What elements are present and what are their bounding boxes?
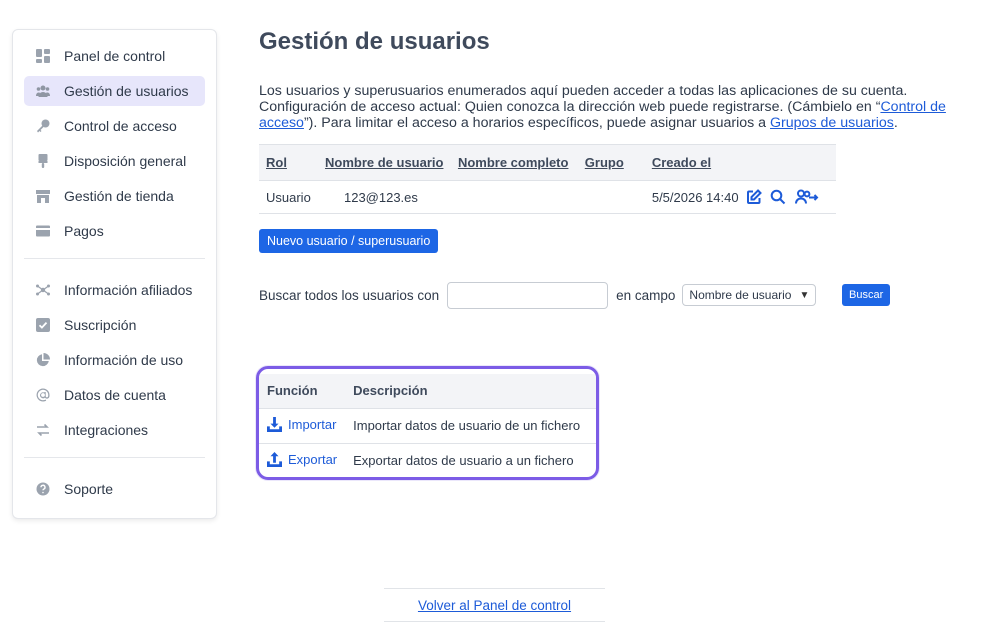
cell-actions [738, 180, 836, 214]
grupos-de-usuarios-link[interactable]: Grupos de usuarios [770, 115, 894, 131]
intro-line2-mid: ”). Para limitar el acceso a horarios es… [303, 115, 771, 131]
search-icon[interactable] [770, 189, 786, 205]
cell-usuario: 123@123.es [317, 180, 451, 214]
sidebar-item-label: Gestión de usuarios [64, 83, 189, 99]
intro-line2-pre: Configuración de acceso actual: Quien co… [259, 99, 881, 115]
pie-chart-icon [36, 353, 50, 367]
sidebar-divider [24, 258, 205, 259]
back-link-container: Volver al Panel de control [384, 588, 605, 622]
cell-creado: 5/5/2026 14:40 [644, 180, 739, 214]
help-icon [36, 482, 50, 496]
sidebar-item-panel-de-control[interactable]: Panel de control [24, 41, 205, 71]
sidebar-item-datos-de-cuenta[interactable]: Datos de cuenta [24, 380, 205, 410]
sidebar-item-label: Soporte [64, 481, 114, 497]
col-actions [738, 144, 836, 181]
col-nombre-usuario[interactable]: Nombre de usuario [317, 144, 451, 181]
col-creado-el[interactable]: Creado el [644, 144, 739, 181]
intro-text: Los usuarios y superusuarios enumerados … [259, 83, 969, 131]
sidebar-item-informacion-afiliados[interactable]: Información afiliados [24, 275, 205, 305]
sidebar-item-control-de-acceso[interactable]: Control de acceso [24, 111, 205, 141]
check-square-icon [36, 318, 50, 332]
field-label: en campo [616, 287, 676, 303]
new-user-button[interactable]: Nuevo usuario / superusuario [259, 229, 439, 253]
search-input[interactable] [447, 281, 609, 309]
sidebar-item-label: Control de acceso [64, 118, 177, 134]
table-row: Importar Importar datos de usuario de un… [259, 408, 596, 444]
edit-icon[interactable] [746, 189, 762, 205]
col-rol[interactable]: Rol [259, 144, 318, 181]
import-label: Importar [288, 416, 337, 432]
store-icon [36, 189, 50, 203]
at-icon [36, 388, 50, 402]
search-button[interactable]: Buscar [842, 284, 891, 306]
user-switch-icon[interactable] [794, 189, 820, 205]
sidebar-item-suscripcion[interactable]: Suscripción [24, 310, 205, 340]
sidebar-item-label: Panel de control [64, 48, 166, 64]
search-row: Buscar todos los usuarios con en campo N… [259, 281, 817, 309]
arrows-icon [36, 423, 50, 437]
sidebar-item-label: Información de uso [64, 352, 184, 368]
functions-table: Función Descripción Importar Importar da… [259, 374, 596, 477]
sidebar-item-label: Pagos [64, 223, 104, 239]
sidebar-item-gestion-de-usuarios[interactable]: Gestión de usuarios [24, 76, 205, 106]
sidebar-item-disposicion-general[interactable]: Disposición general [24, 146, 205, 176]
brush-icon [36, 154, 50, 168]
sidebar-divider [24, 457, 205, 458]
sidebar-item-integraciones[interactable]: Integraciones [24, 415, 205, 445]
cell-grupo [577, 180, 645, 214]
sidebar-item-soporte[interactable]: Soporte [24, 474, 205, 504]
col-descripcion: Descripción [345, 374, 596, 409]
export-link[interactable]: Exportar [267, 451, 338, 467]
affiliate-icon [36, 283, 50, 297]
intro-line1: Los usuarios y superusuarios enumerados … [259, 83, 908, 99]
chevron-down-icon: ▼ [799, 289, 810, 301]
cell-descripcion: Importar datos de usuario de un fichero [345, 408, 596, 444]
col-nombre-completo[interactable]: Nombre completo [450, 144, 578, 181]
sidebar-item-label: Información afiliados [64, 282, 193, 298]
col-grupo[interactable]: Grupo [577, 144, 645, 181]
intro-end: . [893, 115, 898, 131]
functions-table-header: Función Descripción [259, 374, 596, 409]
cell-completo [450, 180, 578, 214]
functions-highlight-box: Función Descripción Importar Importar da… [256, 366, 599, 480]
field-select-value: Nombre de usuario [689, 288, 792, 302]
table-row: Exportar Exportar datos de usuario a un … [259, 443, 596, 477]
users-icon [36, 84, 50, 98]
table-row: Usuario 123@123.es 5/5/2026 14:40 [259, 180, 836, 214]
upload-icon [267, 451, 282, 467]
sidebar-item-label: Disposición general [64, 153, 187, 169]
sidebar: Panel de control Gestión de usuarios Con… [12, 29, 217, 519]
back-to-dashboard-link[interactable]: Volver al Panel de control [418, 598, 571, 613]
cell-descripcion: Exportar datos de usuario a un fichero [353, 453, 574, 469]
users-table: Rol Nombre de usuario Nombre completo Gr… [259, 144, 836, 214]
dashboard-icon [36, 49, 50, 63]
sidebar-item-label: Datos de cuenta [64, 387, 166, 403]
sidebar-item-label: Integraciones [64, 422, 149, 438]
sidebar-item-label: Suscripción [64, 317, 137, 333]
search-label: Buscar todos los usuarios con [259, 287, 440, 303]
cell-rol: Usuario [259, 180, 318, 214]
cell-funcion: Importar [259, 408, 346, 444]
field-select[interactable]: Nombre de usuario ▼ [682, 284, 817, 306]
page-title: Gestión de usuarios [259, 28, 490, 55]
import-link[interactable]: Importar [267, 416, 337, 432]
col-funcion: Función [259, 374, 346, 409]
sidebar-item-label: Gestión de tienda [64, 188, 174, 204]
sidebar-item-pagos[interactable]: Pagos [24, 216, 205, 246]
sidebar-item-gestion-de-tienda[interactable]: Gestión de tienda [24, 181, 205, 211]
key-icon [36, 119, 50, 133]
users-table-header: Rol Nombre de usuario Nombre completo Gr… [259, 144, 836, 181]
credit-card-icon [36, 224, 50, 238]
export-label: Exportar [288, 451, 338, 467]
sidebar-item-informacion-de-uso[interactable]: Información de uso [24, 345, 205, 375]
download-icon [267, 416, 282, 432]
cell-funcion: Exportar [259, 443, 345, 477]
